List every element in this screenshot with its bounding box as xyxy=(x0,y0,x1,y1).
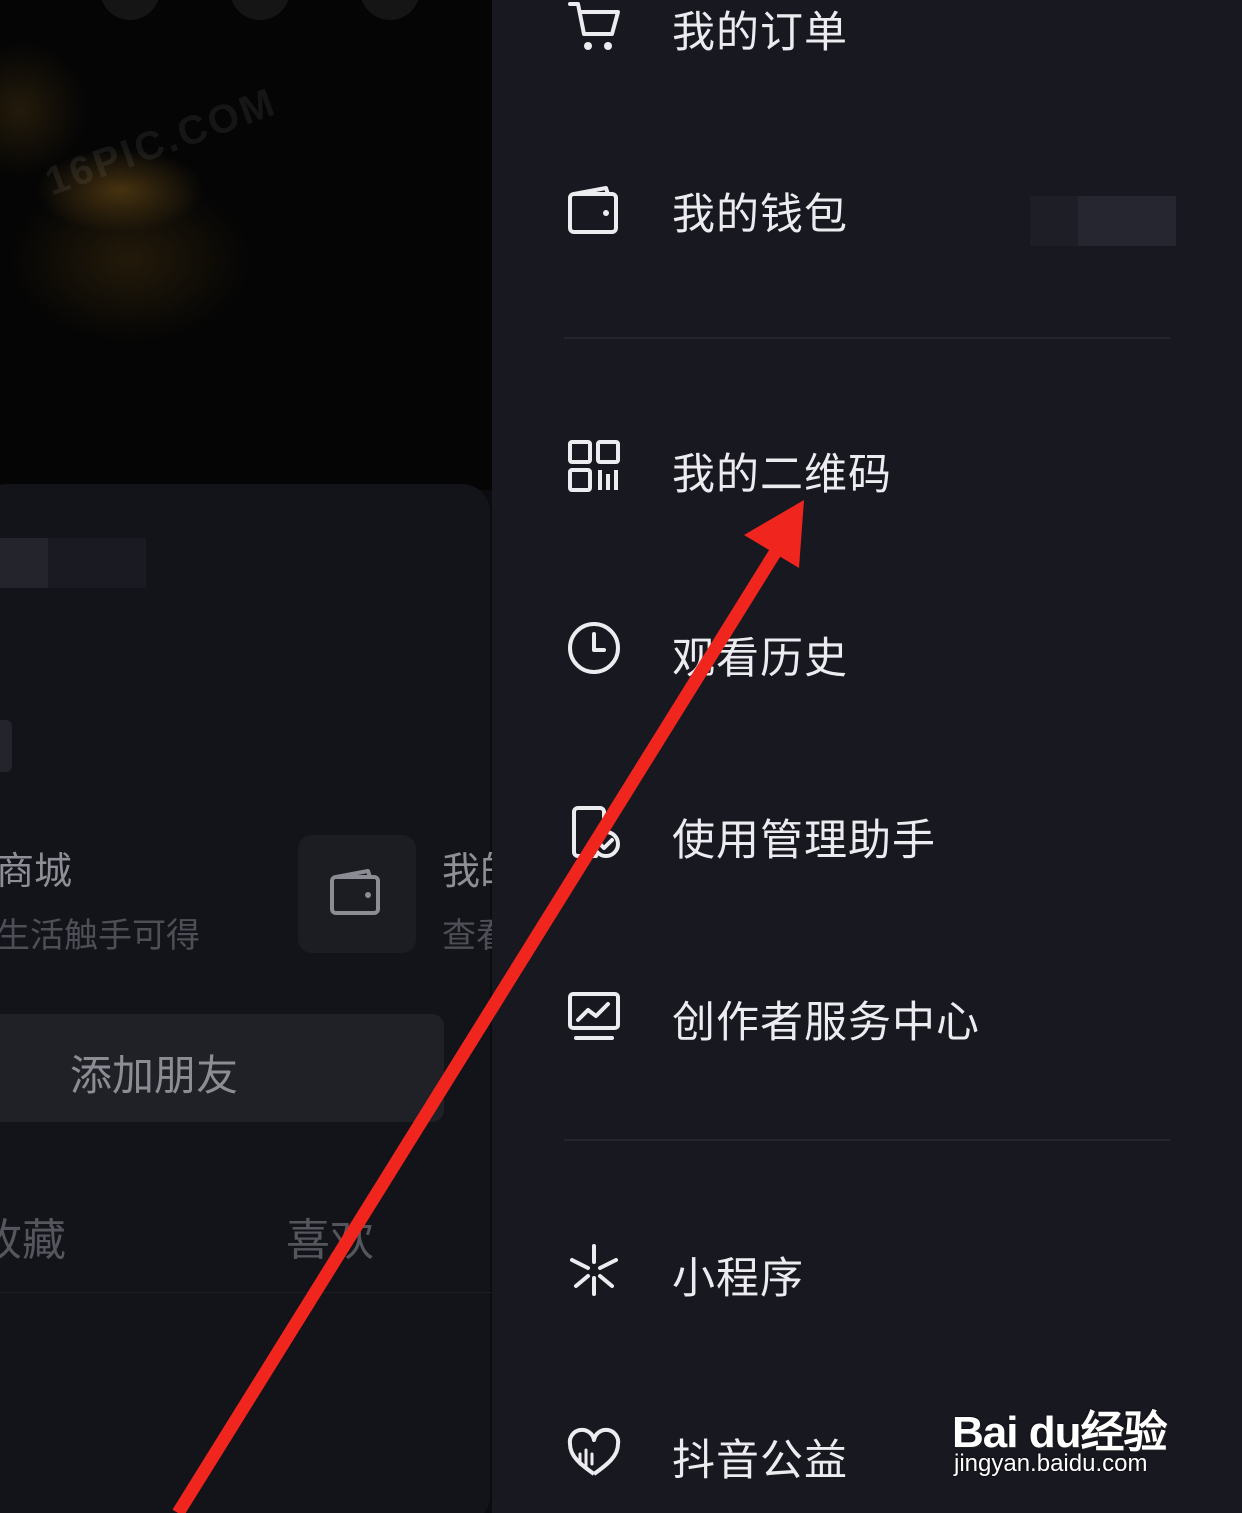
baidu-jingyan-watermark: Bai du经验 jingyan.baidu.com xyxy=(952,1378,1192,1488)
annotation-arrow-shaft xyxy=(172,544,784,1513)
baidu-url: jingyan.baidu.com xyxy=(954,1450,1148,1477)
annotation-arrow xyxy=(172,500,804,1513)
